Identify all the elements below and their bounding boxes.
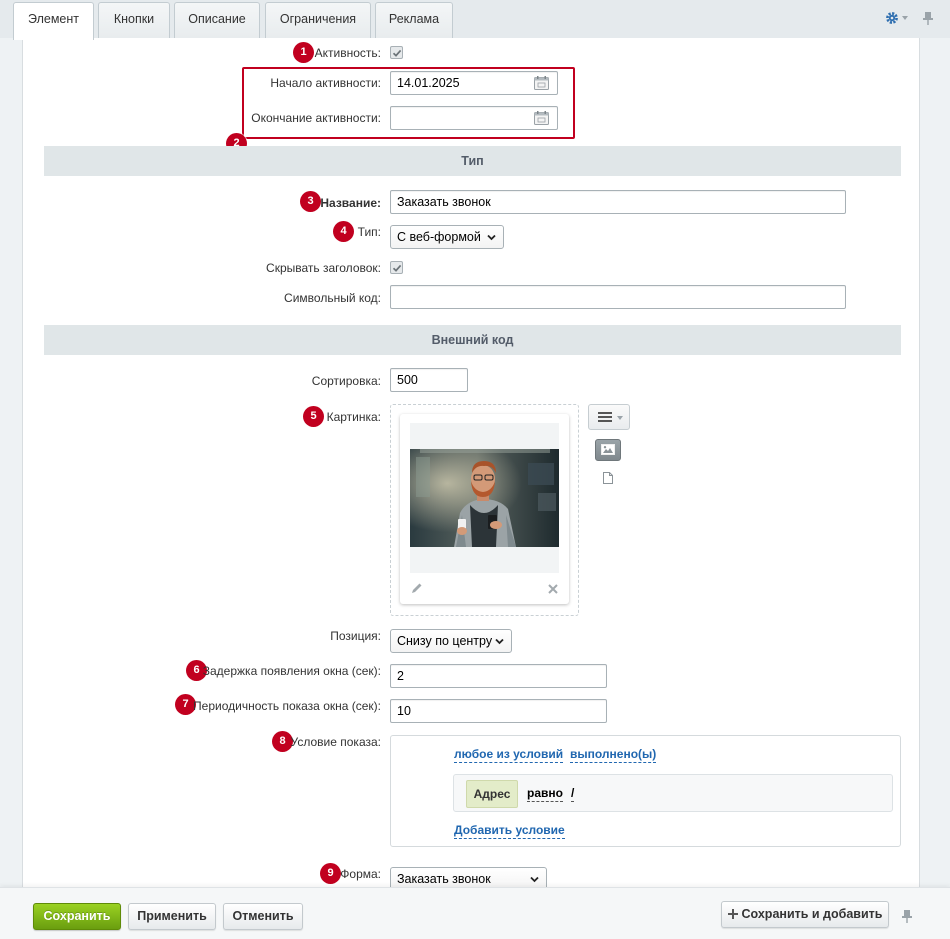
edit-pencil-icon[interactable] — [411, 582, 423, 594]
delay-input[interactable]: 2 — [390, 664, 607, 688]
annotation-badge: 5 — [303, 406, 324, 427]
sort-input[interactable]: 500 — [390, 368, 468, 392]
chevron-down-icon — [617, 416, 623, 420]
picture-dropzone[interactable] — [390, 404, 579, 616]
calendar-icon[interactable] — [534, 111, 549, 125]
section-header-type: Тип — [44, 146, 901, 176]
checkmark-icon — [392, 49, 402, 57]
tab-restrictions[interactable]: Ограничения — [265, 2, 371, 38]
section-header-external-code: Внешний код — [44, 325, 901, 355]
add-condition-link[interactable]: Добавить условие — [454, 823, 565, 839]
period-input[interactable]: 10 — [390, 699, 607, 723]
pin-icon[interactable] — [922, 11, 934, 25]
chevron-down-icon — [487, 234, 496, 241]
tab-label: Описание — [188, 12, 246, 26]
delay-label: Задержка появления окна (сек): — [202, 664, 381, 678]
form-panel: 1 Активность: Начало активности: 14.01.2… — [22, 38, 920, 891]
action-bar: Сохранить Применить Отменить Сохранить и… — [0, 887, 950, 939]
position-label: Позиция: — [330, 629, 381, 643]
tab-advertising[interactable]: Реклама — [375, 2, 453, 38]
chevron-down-icon — [530, 876, 539, 883]
active-checkbox[interactable] — [390, 46, 403, 59]
tab-buttons[interactable]: Кнопки — [98, 2, 170, 38]
pin-icon[interactable] — [901, 909, 913, 923]
preview-image[interactable] — [410, 449, 559, 547]
position-selected-value: Снизу по центру — [397, 634, 493, 648]
save-and-add-button[interactable]: Сохранить и добавить — [721, 901, 889, 928]
activity-end-label: Окончание активности: — [251, 111, 381, 125]
condition-label: Условие показа: — [290, 735, 381, 749]
tab-bar: Элемент Кнопки Описание Ограничения Рекл… — [0, 0, 950, 40]
hide-title-checkbox[interactable] — [390, 261, 403, 274]
tab-label: Ограничения — [279, 12, 357, 26]
position-select[interactable]: Снизу по центру — [390, 629, 512, 653]
symbolic-code-label: Символьный код: — [284, 291, 381, 305]
checkmark-icon — [392, 264, 402, 272]
tab-label: Элемент — [28, 12, 79, 26]
name-input[interactable]: Заказать звонок — [390, 190, 846, 214]
picture-label: Картинка: — [326, 410, 381, 424]
type-selected-value: С веб-формой — [397, 230, 481, 244]
tab-description[interactable]: Описание — [174, 2, 260, 38]
save-and-add-label: Сохранить и добавить — [741, 907, 883, 921]
picture-frame — [410, 423, 559, 573]
save-button[interactable]: Сохранить — [33, 903, 121, 930]
cancel-button[interactable]: Отменить — [223, 903, 303, 930]
annotation-badge: 3 — [300, 191, 321, 212]
period-label: Периодичность показа окна (сек): — [193, 699, 381, 713]
form-selected-value: Заказать звонок — [397, 872, 491, 886]
type-select[interactable]: С веб-формой — [390, 225, 504, 249]
sort-label: Сортировка: — [311, 374, 381, 388]
form-label: Форма: — [340, 867, 381, 881]
picture-menu-button[interactable] — [588, 404, 630, 430]
menu-icon — [598, 412, 612, 422]
condition-field-chip[interactable]: Адрес — [466, 780, 518, 808]
file-icon[interactable] — [603, 472, 613, 484]
condition-fulfilled-link[interactable]: выполнено(ы) — [570, 747, 657, 763]
close-icon[interactable] — [548, 584, 558, 594]
active-label: Активность: — [314, 46, 381, 60]
image-view-button[interactable] — [595, 439, 621, 461]
calendar-icon[interactable] — [534, 76, 549, 90]
settings-menu-button[interactable] — [885, 11, 908, 25]
symbolic-code-input[interactable] — [390, 285, 846, 309]
annotation-badge: 9 — [320, 863, 341, 884]
condition-builder: любое из условий выполнено(ы) Адрес равн… — [390, 735, 901, 847]
delay-value: 2 — [397, 669, 404, 683]
activity-start-label: Начало активности: — [270, 76, 381, 90]
plus-icon — [727, 909, 738, 919]
activity-start-value: 14.01.2025 — [397, 76, 460, 90]
annotation-badge: 1 — [293, 42, 314, 63]
name-label: Название: — [320, 196, 381, 210]
chevron-down-icon — [495, 638, 504, 645]
condition-row: Адрес равно / — [453, 774, 893, 812]
type-label: Тип: — [357, 225, 381, 239]
tab-label: Реклама — [388, 12, 440, 26]
activity-end-input[interactable] — [390, 106, 558, 130]
gear-icon — [886, 12, 898, 24]
apply-button[interactable]: Применить — [128, 903, 216, 930]
chevron-down-icon — [902, 16, 908, 20]
tab-tools — [885, 9, 934, 27]
name-value: Заказать звонок — [397, 195, 491, 209]
image-icon — [601, 444, 615, 455]
picture-card — [400, 414, 569, 604]
sort-value: 500 — [397, 373, 418, 387]
period-value: 10 — [397, 704, 411, 718]
tab-label: Кнопки — [113, 12, 155, 26]
condition-any-link[interactable]: любое из условий — [454, 747, 564, 763]
annotation-badge: 4 — [333, 221, 354, 242]
condition-value[interactable]: / — [571, 786, 575, 802]
condition-operator[interactable]: равно — [527, 786, 563, 802]
tab-element[interactable]: Элемент — [13, 2, 94, 40]
hide-title-label: Скрывать заголовок: — [266, 261, 381, 275]
activity-start-input[interactable]: 14.01.2025 — [390, 71, 558, 95]
